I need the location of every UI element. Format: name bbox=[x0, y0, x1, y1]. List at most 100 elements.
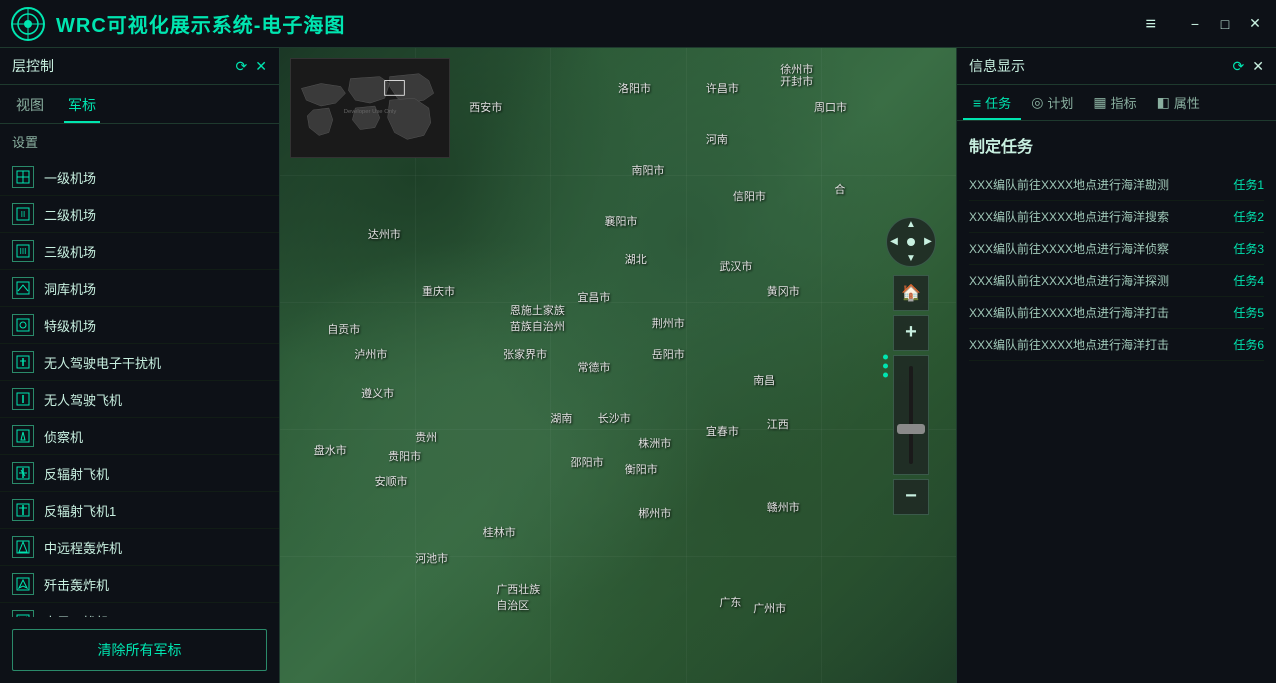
special-label: 特级机场 bbox=[44, 316, 96, 335]
titlebar: WRC可视化展示系统-电子海图 ≡ − □ ✕ bbox=[0, 0, 1276, 48]
airport3-icon: III bbox=[12, 240, 34, 262]
mission-row-5[interactable]: XXX编队前往XXXX地点进行海洋打击 任务5 bbox=[969, 297, 1264, 329]
navigation-controls: ▲ ◀ ▶ ▼ 🏠 + − bbox=[886, 217, 936, 515]
svg-text:III: III bbox=[20, 247, 27, 256]
layer-control-icons: ⟳ ✕ bbox=[236, 58, 267, 75]
plan-tab-label: 计划 bbox=[1047, 93, 1073, 112]
medium-bomb-label: 中远程轰炸机 bbox=[44, 538, 122, 557]
tab-task[interactable]: ≡ 任务 bbox=[963, 85, 1021, 120]
mission-id-1: 任务1 bbox=[1233, 176, 1264, 193]
nav-left-arrow[interactable]: ◀ bbox=[890, 237, 898, 247]
mission-row-6[interactable]: XXX编队前往XXXX地点进行海洋打击 任务6 bbox=[969, 329, 1264, 361]
window-controls: − □ ✕ bbox=[1186, 15, 1264, 33]
list-item[interactable]: III 三级机场 bbox=[0, 233, 279, 270]
mission-text-6: XXX编队前往XXXX地点进行海洋打击 bbox=[969, 336, 1221, 353]
minimize-button[interactable]: − bbox=[1186, 15, 1204, 33]
cave-label: 洞库机场 bbox=[44, 279, 96, 298]
compass-control[interactable]: ▲ ◀ ▶ ▼ bbox=[886, 217, 936, 267]
uav-jam-label: 无人驾驶电子干扰机 bbox=[44, 353, 161, 372]
nav-right-arrow[interactable]: ▶ bbox=[924, 237, 932, 247]
anti-rad-icon bbox=[12, 462, 34, 484]
index-tab-label: 指标 bbox=[1111, 93, 1137, 112]
left-panel: 层控制 ⟳ ✕ 视图 军标 设置 一级机场 bbox=[0, 48, 280, 683]
mission-row-2[interactable]: XXX编队前往XXXX地点进行海洋搜索 任务2 bbox=[969, 201, 1264, 233]
mini-map[interactable]: Developer Use Only bbox=[290, 58, 450, 158]
list-item[interactable]: II 二级机场 bbox=[0, 196, 279, 233]
app-title: WRC可视化展示系统-电子海图 bbox=[56, 9, 345, 38]
home-button[interactable]: 🏠 bbox=[893, 275, 929, 311]
svg-text:Developer Use Only: Developer Use Only bbox=[344, 109, 397, 115]
airport2-label: 二级机场 bbox=[44, 205, 96, 224]
bomb2-label: 歼击轰炸机 bbox=[44, 575, 109, 594]
mission-id-4: 任务4 bbox=[1233, 272, 1264, 289]
attr-tab-label: 属性 bbox=[1174, 93, 1200, 112]
list-item[interactable]: 一级机场 bbox=[0, 159, 279, 196]
mission-text-2: XXX编队前往XXXX地点进行海洋搜索 bbox=[969, 208, 1221, 225]
mission-id-2: 任务2 bbox=[1233, 208, 1264, 225]
info-panel-title: 信息显示 bbox=[969, 56, 1025, 76]
medium-bomb-icon bbox=[12, 536, 34, 558]
mission-row-1[interactable]: XXX编队前往XXXX地点进行海洋勘测 任务1 bbox=[969, 169, 1264, 201]
nav-down-arrow[interactable]: ▼ bbox=[906, 254, 916, 264]
clear-military-button[interactable]: 清除所有军标 bbox=[12, 629, 267, 671]
layer-control-title: 层控制 bbox=[12, 56, 54, 76]
mission-row-3[interactable]: XXX编队前往XXXX地点进行海洋侦察 任务3 bbox=[969, 233, 1264, 265]
list-item[interactable]: 电子干扰机 bbox=[0, 603, 279, 617]
list-item[interactable]: 歼击轰炸机 bbox=[0, 566, 279, 603]
tab-attr[interactable]: ◧ 属性 bbox=[1147, 85, 1210, 120]
layer-list: 一级机场 II 二级机场 III 三级机场 洞库机场 bbox=[0, 159, 279, 617]
list-item[interactable]: 中远程轰炸机 bbox=[0, 529, 279, 566]
index-tab-icon: ▦ bbox=[1093, 94, 1106, 111]
list-item[interactable]: 无人驾驶电子干扰机 bbox=[0, 344, 279, 381]
tab-view[interactable]: 视图 bbox=[12, 91, 48, 123]
svg-text:II: II bbox=[21, 210, 25, 219]
maximize-button[interactable]: □ bbox=[1216, 15, 1234, 33]
task-tab-icon: ≡ bbox=[973, 95, 981, 111]
cave-icon bbox=[12, 277, 34, 299]
layer-control-header: 层控制 ⟳ ✕ bbox=[0, 48, 279, 85]
anti-rad1-label: 反辐射飞机1 bbox=[44, 501, 116, 520]
zoom-in-button[interactable]: + bbox=[893, 315, 929, 351]
zoom-slider-thumb[interactable] bbox=[897, 424, 925, 434]
mission-text-1: XXX编队前往XXXX地点进行海洋勘测 bbox=[969, 176, 1221, 193]
nav-up-arrow[interactable]: ▲ bbox=[906, 220, 916, 230]
zoom-slider-track bbox=[909, 366, 913, 464]
jam-plane-label: 电子干扰机 bbox=[44, 612, 109, 618]
menu-icon[interactable]: ≡ bbox=[1145, 13, 1156, 34]
task-tab-label: 任务 bbox=[985, 93, 1011, 112]
zoom-slider[interactable] bbox=[893, 355, 929, 475]
right-panel: 信息显示 ⟳ ✕ ≡ 任务 ◎ 计划 ▦ 指标 ◧ 属性 bbox=[956, 48, 1276, 683]
list-item[interactable]: 无人驾驶飞机 bbox=[0, 381, 279, 418]
close-layer-icon[interactable]: ✕ bbox=[255, 58, 267, 75]
info-close-icon[interactable]: ✕ bbox=[1252, 58, 1264, 75]
mission-text-5: XXX编队前往XXXX地点进行海洋打击 bbox=[969, 304, 1221, 321]
map-area[interactable]: Developer Use Only 西安市 洛阳市 许昌市 开封市 周口市 徐… bbox=[280, 48, 956, 683]
mission-id-5: 任务5 bbox=[1233, 304, 1264, 321]
list-item[interactable]: 反辐射飞机 bbox=[0, 455, 279, 492]
list-item[interactable]: 洞库机场 bbox=[0, 270, 279, 307]
uav-fly-icon bbox=[12, 388, 34, 410]
info-tabs: ≡ 任务 ◎ 计划 ▦ 指标 ◧ 属性 bbox=[957, 85, 1276, 121]
nav-center bbox=[907, 238, 915, 246]
tab-military[interactable]: 军标 bbox=[64, 91, 100, 123]
uav-jam-icon bbox=[12, 351, 34, 373]
mission-row-4[interactable]: XXX编队前往XXXX地点进行海洋探测 任务4 bbox=[969, 265, 1264, 297]
mission-text-4: XXX编队前往XXXX地点进行海洋探测 bbox=[969, 272, 1221, 289]
bomb2-icon bbox=[12, 573, 34, 595]
plan-tab-icon: ◎ bbox=[1031, 94, 1043, 111]
list-item[interactable]: 侦察机 bbox=[0, 418, 279, 455]
tab-plan[interactable]: ◎ 计划 bbox=[1021, 85, 1083, 120]
layer-tabs: 视图 军标 bbox=[0, 85, 279, 124]
recon-label: 侦察机 bbox=[44, 427, 83, 446]
zoom-out-button[interactable]: − bbox=[893, 479, 929, 515]
refresh-icon[interactable]: ⟳ bbox=[236, 58, 248, 75]
mission-section-title: 制定任务 bbox=[969, 133, 1264, 157]
airport1-icon bbox=[12, 166, 34, 188]
info-refresh-icon[interactable]: ⟳ bbox=[1233, 58, 1245, 75]
list-item[interactable]: 特级机场 bbox=[0, 307, 279, 344]
list-item[interactable]: 反辐射飞机1 bbox=[0, 492, 279, 529]
close-button[interactable]: ✕ bbox=[1246, 15, 1264, 33]
tab-index[interactable]: ▦ 指标 bbox=[1083, 85, 1146, 120]
airport2-icon: II bbox=[12, 203, 34, 225]
jam-plane-icon bbox=[12, 610, 34, 617]
